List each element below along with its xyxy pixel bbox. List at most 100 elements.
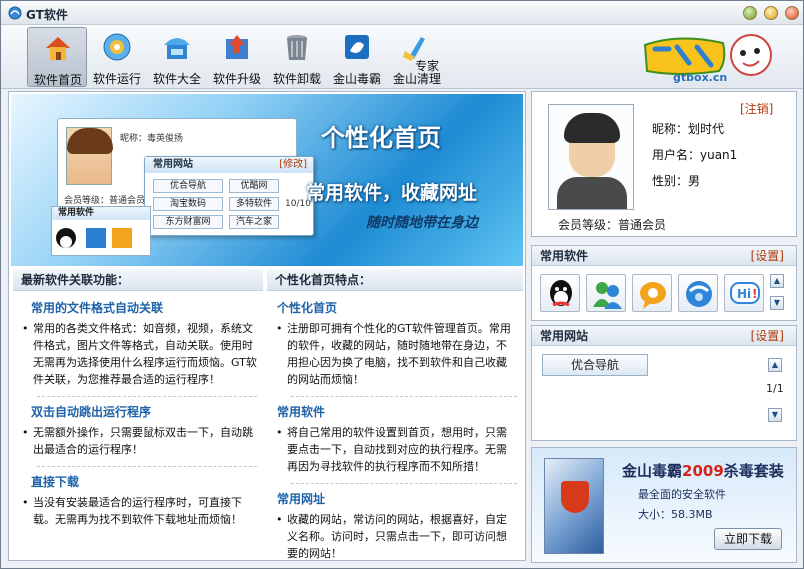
- tool-software-uninstall[interactable]: 软件卸载: [267, 27, 327, 87]
- svg-text:!: !: [752, 287, 757, 301]
- window-title: GT软件: [26, 8, 68, 22]
- feature-body: 无需额外操作，只需要鼠标双击一下，自动跳出最适合的运行程序！: [19, 424, 257, 458]
- banner-cell: 东方财富网: [153, 215, 223, 229]
- tool-label: 金山毒霸: [332, 72, 381, 86]
- software-shortcut[interactable]: [586, 274, 626, 312]
- common-software-header: 常用软件: [540, 249, 589, 263]
- feature-body: 将自己常用的软件设置到首页，想用时，只需要点击一下，自动找到对应的执行程序。无需…: [273, 424, 517, 475]
- profile-level: 会员等级：普通会员: [558, 218, 667, 232]
- close-button[interactable]: [785, 6, 799, 20]
- tool-software-run[interactable]: 软件运行: [87, 27, 147, 87]
- software-shortcut[interactable]: [540, 274, 580, 312]
- banner-cell: 淘宝数码: [153, 197, 223, 211]
- software-scroll-down[interactable]: ▼: [770, 296, 784, 310]
- banner-soft-head: 常用软件: [52, 207, 150, 220]
- run-icon: [103, 33, 131, 61]
- software-shortcut[interactable]: [678, 274, 718, 312]
- feature-body: 收藏的网站，常访问的网站，根据喜好，自定义名称。访问时，只需点击一下，即可访问想…: [273, 511, 517, 562]
- features-column: 最新软件关联功能： 常用的文件格式自动关联 常用的各类文件格式：如音频，视频，系…: [13, 269, 263, 528]
- banner-soft-card: 常用软件: [51, 206, 151, 256]
- feature-title: 双击自动跳出运行程序: [31, 405, 152, 419]
- maximize-button[interactable]: [764, 6, 778, 20]
- feature-title: 常用网址: [277, 492, 326, 506]
- trash-icon: [287, 35, 307, 60]
- banner-sites-head: 常用网站: [153, 159, 193, 170]
- banner-avatar: [66, 127, 113, 185]
- features-header: 最新软件关联功能：: [13, 269, 263, 291]
- tool-label: 金山清理: [392, 72, 441, 86]
- banner-soft-icons: [56, 228, 132, 248]
- feature-title: 常用软件: [277, 405, 326, 419]
- sites-scroll-up[interactable]: ▲: [768, 358, 782, 372]
- qq-icon: [550, 280, 572, 307]
- common-software-box: 常用软件 [设置] Hi! ▲ ▼: [531, 245, 797, 321]
- banner-cell: 优酷网: [229, 179, 279, 193]
- ad-size: 大小：58.3MB: [638, 508, 713, 521]
- sites-scroll-down[interactable]: ▼: [768, 408, 782, 422]
- tool-kingsoft-antivirus[interactable]: 金山毒霸: [327, 27, 387, 87]
- banner-cell: 多特软件: [229, 197, 279, 211]
- banner-subtitle: 随时随地带在身边: [366, 215, 478, 231]
- app-window: GT软件 软件首页 软件运行 软件大全 软件升级 软件卸载 金山毒霸 专家 金山…: [0, 0, 804, 569]
- banner-cell: 优合导航: [153, 179, 223, 193]
- sites-page-indicator: 1/1: [766, 382, 784, 395]
- profile-nick: 昵称：划时代: [652, 122, 725, 136]
- antivirus-icon: [345, 35, 369, 59]
- minimize-button[interactable]: [743, 6, 757, 20]
- browser-icon: [686, 281, 712, 307]
- profile-username: 用户名：yuan1: [652, 148, 738, 162]
- banner-cell: 汽车之家: [229, 215, 279, 229]
- banner-nick: 昵称：毒英俊扬: [120, 134, 184, 144]
- tool-label: 软件卸载: [272, 72, 321, 86]
- tool-kingsoft-cleaner[interactable]: 专家 金山清理: [387, 27, 447, 87]
- feature-section: 常用的文件格式自动关联 常用的各类文件格式：如音频，视频，系统文件格式，图片文件…: [13, 299, 263, 528]
- ad-description: 最全面的安全软件: [638, 488, 726, 501]
- banner-level: 会员等级：普通会员: [64, 196, 146, 206]
- title-bar[interactable]: GT软件: [1, 1, 803, 25]
- app-icon: [8, 6, 22, 20]
- tool-software-collection[interactable]: 软件大全: [147, 27, 207, 87]
- msn-icon: [593, 282, 622, 309]
- collection-icon: [164, 38, 190, 59]
- download-button[interactable]: 立即下载: [714, 528, 782, 550]
- logout-link[interactable]: [注销]: [740, 100, 773, 117]
- feature-title: 直接下载: [31, 475, 80, 489]
- common-sites-header: 常用网站: [540, 329, 589, 343]
- feature-body: 当没有安装最适合的运行程序时，可直接下载。无需再为找不到软件下载地址而烦恼！: [19, 494, 257, 528]
- site-link[interactable]: 优合导航: [542, 354, 648, 376]
- tool-label: 软件首页: [33, 73, 82, 87]
- software-scroll-up[interactable]: ▲: [770, 274, 784, 288]
- common-sites-box: 常用网站 [设置] 优合导航 ▲ 1/1 ▼: [531, 325, 797, 441]
- homepage-features-column: 个性化首页特点： 个性化首页 注册即可拥有个性化的GT软件管理首页。常用的软件，…: [267, 269, 523, 562]
- user-profile: [注销] 昵称：划时代 用户名：yuan1 性别：男 会员等级：普通会员: [531, 91, 797, 237]
- software-shortcut[interactable]: Hi!: [724, 274, 764, 312]
- ad-title: 金山毒霸2009杀毒套装: [622, 460, 784, 481]
- sites-settings-link[interactable]: [设置]: [751, 326, 784, 346]
- logo-domain: gtbox.cn: [673, 71, 728, 84]
- upgrade-icon: [226, 35, 248, 59]
- software-shortcut[interactable]: [632, 274, 672, 312]
- software-settings-link[interactable]: [设置]: [751, 246, 784, 266]
- chat-bubble-icon: [640, 282, 666, 309]
- banner-slogan: 常用软件，收藏网址: [306, 182, 478, 204]
- hi-icon: Hi!: [730, 282, 760, 304]
- antivirus-ad[interactable]: 金山毒霸2009杀毒套装 最全面的安全软件 大小：58.3MB 立即下载: [531, 447, 797, 563]
- profile-gender: 性别：男: [652, 174, 701, 188]
- tool-software-home[interactable]: 软件首页: [27, 27, 87, 87]
- product-box-image: [544, 458, 604, 554]
- feature-body: 注册即可拥有个性化的GT软件管理首页。常用的软件，收藏的网站，随时随地带在身边，…: [273, 320, 517, 388]
- main-panel: 昵称：毒英俊扬 会员等级：普通会员 常用网站 [修改] 优合导航 淘宝数码 东方财…: [8, 91, 526, 561]
- banner-title: 个性化首页: [321, 124, 441, 152]
- homepage-features-header: 个性化首页特点：: [267, 269, 523, 291]
- feature-body: 常用的各类文件格式：如音频，视频，系统文件格式，图片文件等格式，自动关联。使用时…: [19, 320, 257, 388]
- gtbox-logo: gtbox.cn: [639, 27, 789, 87]
- feature-section: 个性化首页 注册即可拥有个性化的GT软件管理首页。常用的软件，收藏的网站，随时随…: [267, 299, 523, 562]
- avatar[interactable]: [548, 104, 634, 210]
- tool-software-upgrade[interactable]: 软件升级: [207, 27, 267, 87]
- promo-banner: 昵称：毒英俊扬 会员等级：普通会员 常用网站 [修改] 优合导航 淘宝数码 东方财…: [11, 94, 523, 266]
- banner-sites-card: 常用网站 [修改] 优合导航 淘宝数码 东方财富网 优酷网 多特软件 汽车之家 1…: [144, 156, 314, 236]
- ad-title-b: 2009: [682, 462, 724, 480]
- main-toolbar: 软件首页 软件运行 软件大全 软件升级 软件卸载 金山毒霸 专家 金山清理 gt…: [1, 25, 803, 89]
- ad-title-a: 金山毒霸: [622, 462, 683, 480]
- tool-label: 软件运行: [92, 72, 141, 86]
